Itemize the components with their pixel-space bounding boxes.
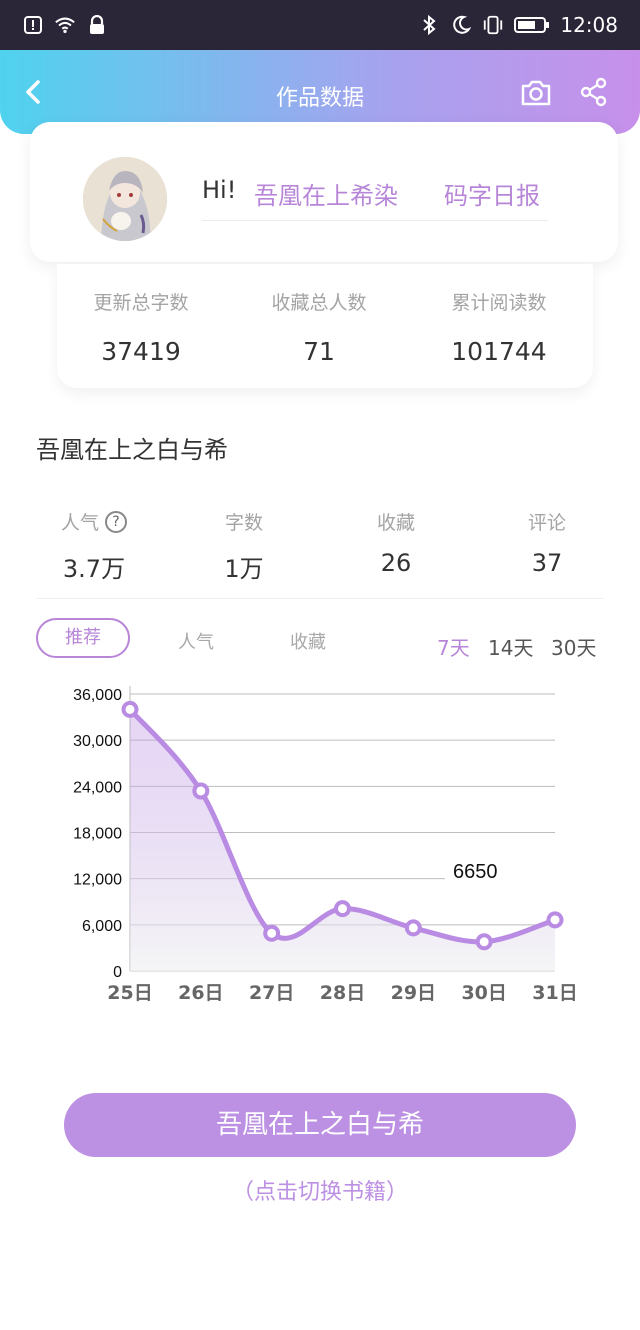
area-fill bbox=[130, 709, 555, 971]
range-30-days[interactable]: 30天 bbox=[551, 632, 596, 661]
metric-value: 37 bbox=[531, 549, 563, 577]
stat-value: 37419 bbox=[101, 337, 181, 366]
range-7-days[interactable]: 7天 bbox=[437, 632, 470, 661]
metric-value: 1万 bbox=[224, 555, 264, 583]
x-tick-label: 25日 bbox=[107, 982, 152, 1004]
metric-label: 收藏 bbox=[376, 512, 415, 534]
divider bbox=[36, 598, 604, 599]
switch-book-hint[interactable]: （点击切换书籍） bbox=[0, 1174, 640, 1206]
wifi-icon bbox=[54, 14, 76, 36]
stat-label: 收藏总人数 bbox=[271, 292, 367, 314]
y-tick-label: 36,000 bbox=[73, 687, 122, 704]
tooltip-value: 6650 bbox=[453, 861, 498, 883]
data-point[interactable] bbox=[546, 911, 564, 929]
x-tick-label: 30日 bbox=[461, 982, 506, 1004]
status-bar: 12:08 bbox=[0, 0, 640, 50]
switch-book-button[interactable]: 吾凰在上之白与希 bbox=[64, 1093, 576, 1157]
data-point[interactable] bbox=[334, 900, 351, 918]
metric-value: 3.7万 bbox=[62, 555, 126, 583]
x-tick-label: 28日 bbox=[320, 982, 365, 1004]
metric-label: 人气 bbox=[60, 512, 99, 534]
data-point[interactable] bbox=[192, 782, 210, 800]
username[interactable]: 吾凰在上希染 bbox=[254, 176, 398, 211]
alert-icon bbox=[22, 14, 44, 36]
vibrate-icon bbox=[482, 14, 504, 36]
summary-stats-card: 更新总字数 37419 收藏总人数 71 累计阅读数 101744 bbox=[57, 264, 593, 388]
range-14-days[interactable]: 14天 bbox=[488, 632, 533, 661]
data-point[interactable] bbox=[475, 933, 493, 951]
bluetooth-icon bbox=[418, 14, 440, 36]
x-tick-label: 26日 bbox=[178, 982, 223, 1004]
data-point[interactable] bbox=[404, 919, 422, 937]
data-point[interactable] bbox=[121, 700, 139, 718]
tab-recommend[interactable]: 推荐 bbox=[36, 618, 130, 658]
avatar[interactable] bbox=[83, 157, 167, 241]
divider bbox=[202, 220, 548, 221]
trend-chart: 0 6,000 12,000 18,000 24,000 30,000 36,000 25日… bbox=[73, 686, 578, 1004]
metric-favorites: 收藏 26 bbox=[326, 508, 466, 577]
stat-label: 更新总字数 bbox=[93, 292, 189, 314]
share-button[interactable] bbox=[578, 76, 610, 108]
moon-icon bbox=[450, 14, 472, 36]
y-tick-label: 0 bbox=[113, 964, 122, 981]
stat-total-words: 更新总字数 37419 bbox=[51, 288, 231, 366]
metric-comments: 评论 37 bbox=[477, 508, 617, 577]
x-tick-label: 27日 bbox=[249, 982, 294, 1004]
battery-icon bbox=[514, 14, 550, 36]
metric-word-count: 字数 1万 bbox=[174, 508, 314, 584]
daily-report-link[interactable]: 码字日报 bbox=[444, 176, 540, 211]
profile-card: Hi! 吾凰在上希染 码字日报 bbox=[30, 122, 618, 262]
avatar-illustration bbox=[83, 157, 167, 241]
x-tick-label: 31日 bbox=[532, 982, 577, 1004]
lock-icon bbox=[86, 14, 108, 36]
x-tick-label: 29日 bbox=[391, 982, 436, 1004]
stat-label: 累计阅读数 bbox=[451, 292, 547, 314]
camera-button[interactable] bbox=[519, 78, 553, 108]
metric-label: 评论 bbox=[527, 512, 566, 534]
book-title: 吾凰在上之白与希 bbox=[36, 436, 228, 464]
share-icon bbox=[580, 77, 607, 107]
metric-value: 26 bbox=[380, 549, 412, 577]
y-tick-label: 18,000 bbox=[73, 826, 122, 843]
stat-total-reads: 累计阅读数 101744 bbox=[409, 288, 589, 366]
data-point[interactable] bbox=[263, 924, 281, 942]
stat-value: 71 bbox=[303, 337, 335, 366]
camera-icon bbox=[521, 80, 551, 106]
greeting: Hi! bbox=[202, 176, 237, 204]
y-tick-label: 12,000 bbox=[73, 872, 122, 889]
metric-popularity: 人气 ? 3.7万 bbox=[24, 508, 164, 584]
metric-label: 字数 bbox=[224, 512, 263, 534]
tab-favorites[interactable]: 收藏 bbox=[290, 628, 326, 654]
y-tick-label: 24,000 bbox=[73, 779, 122, 796]
tab-popularity[interactable]: 人气 bbox=[178, 628, 214, 654]
y-tick-label: 30,000 bbox=[73, 733, 122, 750]
y-tick-label: 6,000 bbox=[82, 918, 122, 935]
stat-total-favorites: 收藏总人数 71 bbox=[229, 288, 409, 366]
help-icon[interactable]: ? bbox=[105, 510, 127, 533]
status-time: 12:08 bbox=[560, 13, 618, 37]
stat-value: 101744 bbox=[451, 337, 547, 366]
